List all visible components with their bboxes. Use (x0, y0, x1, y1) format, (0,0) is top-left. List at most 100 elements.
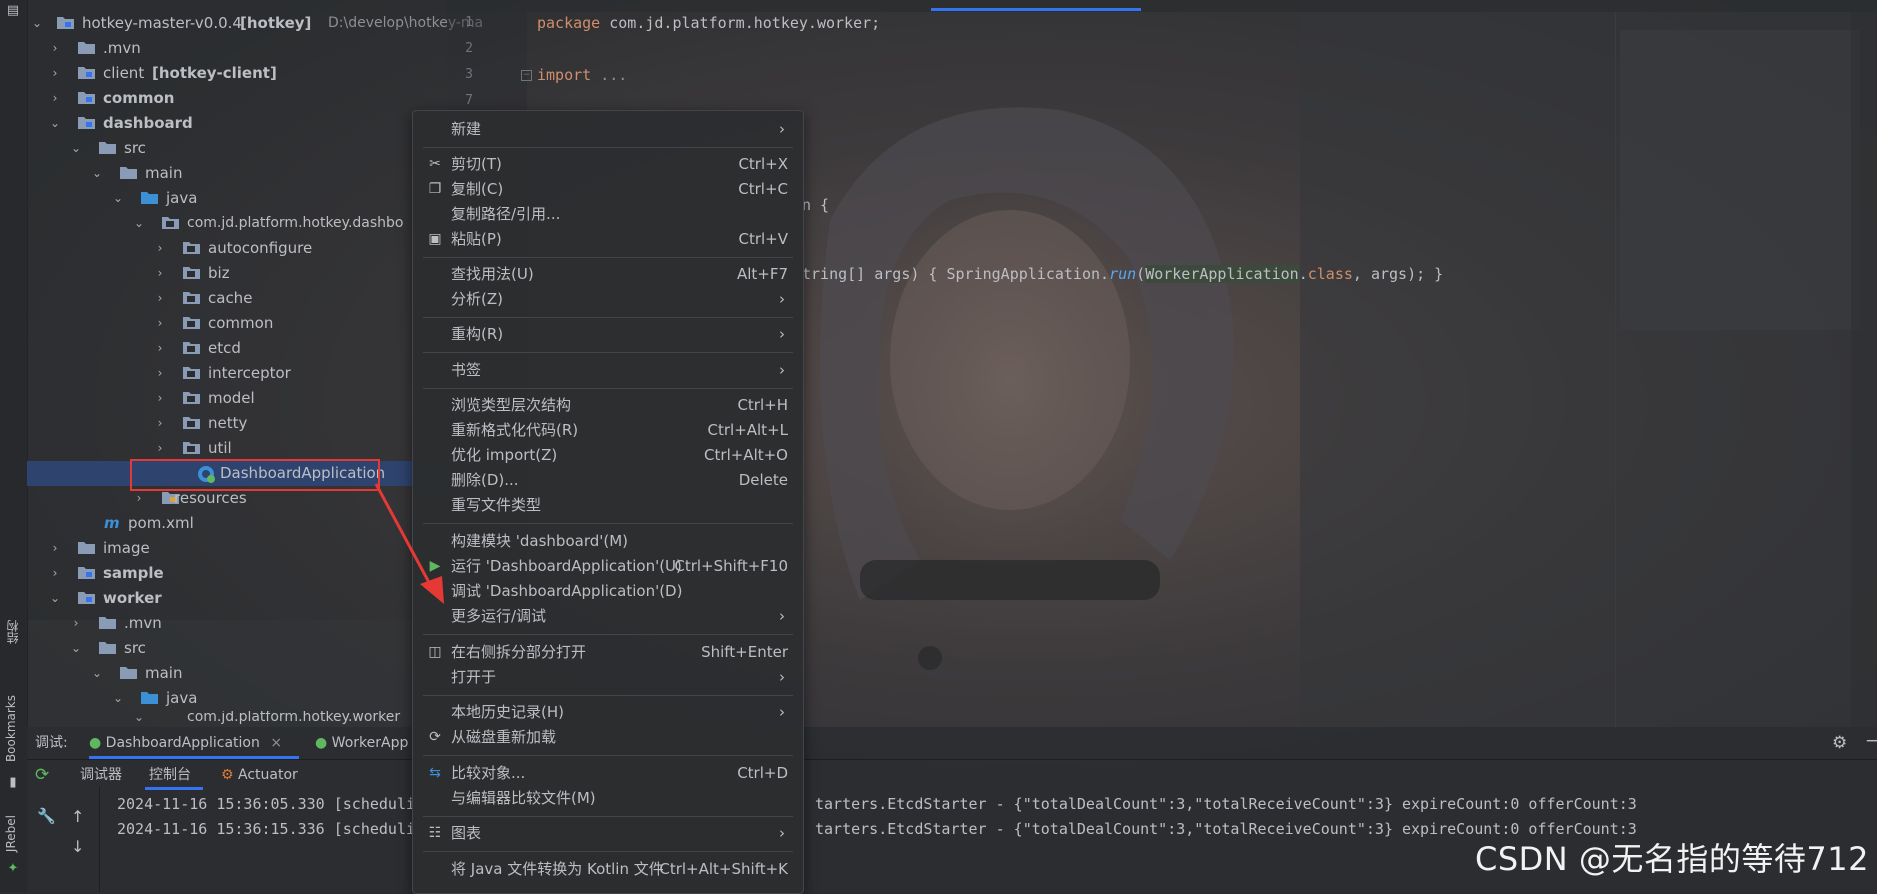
tree-row-package[interactable]: ⌄ com.jd.platform.hotkey.dashbo (27, 211, 447, 236)
tree-row-worker-src[interactable]: ⌄ src (27, 636, 447, 661)
expand-arrow-icon[interactable]: ⌄ (133, 211, 145, 236)
scroll-down-icon[interactable]: ↓ (71, 837, 84, 856)
project-tree-panel: ⌄ hotkey-master-v0.0.4 [hotkey] D:\devel… (27, 0, 483, 727)
scroll-up-icon[interactable]: ↑ (71, 807, 84, 826)
expand-arrow-icon[interactable]: ⌄ (112, 186, 124, 211)
menu-item-paste[interactable]: ▣ 粘贴(P) Ctrl+V (413, 227, 803, 252)
menu-item-browse-hierarchy[interactable]: 浏览类型层次结构 Ctrl+H (413, 393, 803, 418)
expand-arrow-icon[interactable]: › (49, 561, 61, 586)
expand-arrow-icon[interactable]: ⌄ (91, 161, 103, 186)
tree-row-util[interactable]: › util (27, 436, 447, 461)
expand-arrow-icon[interactable]: › (154, 311, 166, 336)
menu-shortcut: Shift+Enter (701, 643, 788, 661)
menu-item-new[interactable]: 新建 › (413, 117, 803, 142)
menu-separator (423, 816, 793, 817)
menu-item-find-usages[interactable]: 查找用法(U) Alt+F7 (413, 262, 803, 287)
menu-item-refactor[interactable]: 重构(R) › (413, 322, 803, 347)
tree-row-client[interactable]: › client [hotkey-client] (27, 61, 447, 86)
menu-item-local-history[interactable]: 本地历史记录(H) › (413, 700, 803, 725)
expand-arrow-icon[interactable]: › (49, 36, 61, 61)
structure-tool-label[interactable]: 结构 (4, 620, 21, 644)
menu-item-cut[interactable]: ✂ 剪切(T) Ctrl+X (413, 152, 803, 177)
expand-arrow-icon[interactable]: › (154, 436, 166, 461)
menu-item-compare-editor[interactable]: 与编辑器比较文件(M) (413, 786, 803, 811)
expand-arrow-icon[interactable]: › (154, 361, 166, 386)
menu-item-run[interactable]: ▶ 运行 'DashboardApplication'(U) Ctrl+Shift+… (413, 554, 803, 579)
bookmark-icon[interactable]: ▮ (6, 776, 20, 790)
tree-row-src[interactable]: ⌄ src (27, 136, 447, 161)
menu-item-analyze[interactable]: 分析(Z) › (413, 287, 803, 312)
line-number: 2 (465, 41, 473, 56)
expand-arrow-icon[interactable]: ⌄ (31, 11, 43, 36)
menu-item-delete[interactable]: 删除(D)... Delete (413, 468, 803, 493)
expand-arrow-icon[interactable]: › (154, 386, 166, 411)
tree-row-cache[interactable]: › cache (27, 286, 447, 311)
paste-icon: ▣ (428, 231, 442, 247)
expand-arrow-icon[interactable]: › (49, 536, 61, 561)
menu-item-open-in[interactable]: 打开于 › (413, 665, 803, 690)
jrebel-icon[interactable]: ✦ (6, 862, 20, 876)
tree-row-common[interactable]: › common (27, 86, 447, 111)
menu-item-open-split[interactable]: ◫ 在右侧拆分部分打开 Shift+Enter (413, 640, 803, 665)
menu-item-override-type[interactable]: 重写文件类型 (413, 493, 803, 518)
expand-arrow-icon[interactable]: ⌄ (112, 686, 124, 711)
settings-gear-icon[interactable]: ⚙ (1832, 733, 1847, 753)
menu-item-build-module[interactable]: 构建模块 'dashboard'(M) (413, 529, 803, 554)
tree-row-worker-main[interactable]: ⌄ main (27, 661, 447, 686)
menu-item-diagrams[interactable]: ☷ 图表 › (413, 821, 803, 846)
tab-debugger[interactable]: 调试器 (80, 760, 122, 790)
rerun-icon[interactable]: ⟳ (35, 760, 49, 790)
expand-arrow-icon[interactable]: ⌄ (133, 711, 145, 727)
tree-row-biz[interactable]: › biz (27, 261, 447, 286)
menu-item-convert-kotlin[interactable]: 将 Java 文件转换为 Kotlin 文件 Ctrl+Alt+Shift+K (413, 857, 803, 882)
menu-item-reload[interactable]: ⟳ 从磁盘重新加载 (413, 725, 803, 750)
menu-label: 剪切(T) (451, 155, 502, 173)
expand-arrow-icon[interactable]: › (49, 61, 61, 86)
tree-row-worker-package[interactable]: ⌄ com.jd.platform.hotkey.worker (27, 711, 447, 727)
expand-arrow-icon[interactable]: › (154, 336, 166, 361)
menu-item-bookmarks[interactable]: 书签 › (413, 358, 803, 383)
expand-arrow-icon[interactable]: ⌄ (70, 136, 82, 161)
tab-actuator[interactable]: ⚙ Actuator (221, 760, 298, 790)
close-icon[interactable]: × (270, 735, 282, 751)
tree-row-worker-java[interactable]: ⌄ java (27, 686, 447, 711)
jrebel-tool-label[interactable]: JRebel (4, 815, 18, 852)
expand-arrow-icon[interactable]: › (70, 611, 82, 636)
expand-arrow-icon[interactable]: ⌄ (49, 586, 61, 611)
tree-row-model[interactable]: › model (27, 386, 447, 411)
tree-row-mvn[interactable]: › .mvn (27, 36, 447, 61)
tree-row-netty[interactable]: › netty (27, 411, 447, 436)
expand-arrow-icon[interactable]: › (154, 286, 166, 311)
tab-console[interactable]: 控制台 (149, 760, 191, 790)
expand-arrow-icon[interactable]: › (154, 261, 166, 286)
tree-row-dashboard[interactable]: ⌄ dashboard (27, 111, 447, 136)
tree-row-worker-mvn[interactable]: › .mvn (27, 611, 447, 636)
menu-item-reformat[interactable]: 重新格式化代码(R) Ctrl+Alt+L (413, 418, 803, 443)
console-log-line-2-left: 2024-11-16 15:36:15.336 [scheduli (117, 820, 416, 838)
tree-row-common-pkg[interactable]: › common (27, 311, 447, 336)
wrench-icon[interactable]: 🔧 (37, 807, 56, 825)
menu-item-compare[interactable]: ⇆ 比较对象... Ctrl+D (413, 761, 803, 786)
tree-row-etcd[interactable]: › etcd (27, 336, 447, 361)
tree-row-java[interactable]: ⌄ java (27, 186, 447, 211)
expand-arrow-icon[interactable]: › (154, 236, 166, 261)
expand-arrow-icon[interactable]: › (154, 411, 166, 436)
tree-row-main[interactable]: ⌄ main (27, 161, 447, 186)
debug-session-tab-dashboard[interactable]: ● DashboardApplication × (89, 727, 282, 759)
menu-item-more-run[interactable]: 更多运行/调试 › (413, 604, 803, 629)
expand-arrow-icon[interactable]: ⌄ (91, 661, 103, 686)
tree-row-root[interactable]: ⌄ hotkey-master-v0.0.4 [hotkey] D:\devel… (27, 11, 483, 36)
expand-arrow-icon[interactable]: › (49, 86, 61, 111)
tree-row-interceptor[interactable]: › interceptor (27, 361, 447, 386)
tree-row-autoconfigure[interactable]: › autoconfigure (27, 236, 447, 261)
expand-arrow-icon[interactable]: ⌄ (70, 636, 82, 661)
expand-arrow-icon[interactable]: ⌄ (49, 111, 61, 136)
bookmarks-tool-label[interactable]: Bookmarks (4, 695, 18, 762)
menu-item-copy[interactable]: ❐ 复制(C) Ctrl+C (413, 177, 803, 202)
import-collapsed[interactable]: ... (591, 66, 627, 84)
menu-item-optimize-imports[interactable]: 优化 import(Z) Ctrl+Alt+O (413, 443, 803, 468)
menu-item-debug[interactable]: ✱调试 'DashboardApplication'(D) (413, 579, 803, 604)
minimize-icon[interactable]: − (1865, 731, 1877, 751)
project-tool-icon[interactable]: ▤ (6, 4, 20, 18)
menu-item-copy-path[interactable]: 复制路径/引用... (413, 202, 803, 227)
